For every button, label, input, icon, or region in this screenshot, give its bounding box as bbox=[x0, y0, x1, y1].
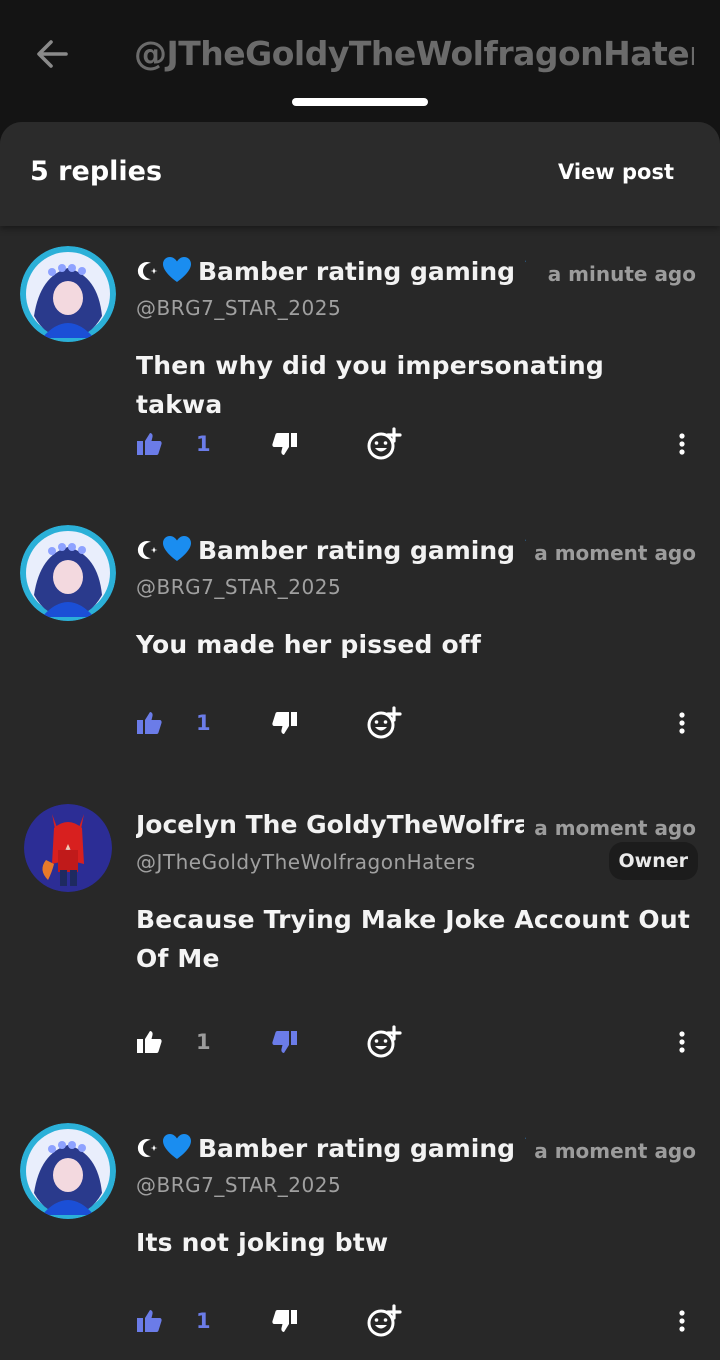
dislike-button[interactable] bbox=[272, 703, 302, 743]
timestamp: a moment ago bbox=[524, 1139, 696, 1163]
like-count: 1 bbox=[196, 1309, 211, 1333]
blue-heart-icon bbox=[162, 535, 192, 563]
thumbs-down-icon bbox=[272, 433, 297, 455]
author-handle[interactable]: @JTheGoldyTheWolfragonHaters bbox=[136, 850, 476, 874]
dislike-button[interactable] bbox=[272, 1301, 302, 1341]
timestamp: a moment ago bbox=[524, 541, 696, 565]
comment-text: Because Trying Make Joke Account Out Of … bbox=[136, 905, 691, 973]
avatar[interactable] bbox=[20, 1123, 116, 1219]
thumbs-up-icon bbox=[137, 1310, 162, 1332]
action-bar: 1 bbox=[0, 1301, 720, 1341]
add-reaction-icon[interactable] bbox=[366, 1022, 402, 1062]
author-name-row[interactable]: Bamber rating gaming bbox=[136, 1133, 526, 1167]
author-name-row[interactable]: Bamber rating gaming bbox=[136, 535, 526, 569]
thumbs-down-icon bbox=[272, 1031, 297, 1053]
drag-handle[interactable] bbox=[292, 98, 428, 106]
blue-heart-half-icon bbox=[523, 258, 526, 284]
crescent-star-icon bbox=[136, 538, 160, 562]
channel-title: @JTheGoldyTheWolfragonHater bbox=[134, 34, 694, 73]
author-handle[interactable]: @BRG7_STAR_2025 bbox=[136, 1173, 341, 1197]
author-name: Bamber rating gaming bbox=[198, 1134, 516, 1163]
author-name-row[interactable]: Bamber rating gaming bbox=[136, 256, 526, 290]
owner-badge: Owner bbox=[608, 842, 698, 880]
crescent-star-icon bbox=[136, 1136, 160, 1160]
add-reaction-icon[interactable] bbox=[366, 424, 402, 464]
more-options-icon[interactable] bbox=[672, 424, 692, 464]
more-options-icon[interactable] bbox=[672, 1301, 692, 1341]
dislike-button[interactable] bbox=[272, 424, 302, 464]
author-name-row[interactable]: Jocelyn The GoldyTheWolfra bbox=[136, 810, 526, 844]
action-bar: 1 bbox=[0, 1022, 720, 1062]
author-name: Bamber rating gaming bbox=[198, 257, 516, 286]
blue-heart-icon bbox=[162, 256, 192, 284]
author-name: Bamber rating gaming bbox=[198, 536, 516, 565]
thumbs-down-icon bbox=[272, 1310, 297, 1332]
blue-heart-icon bbox=[162, 1133, 192, 1161]
thumbs-down-icon bbox=[272, 712, 297, 734]
timestamp: a minute ago bbox=[537, 262, 696, 286]
sheet-header: 5 replies View post bbox=[0, 122, 720, 226]
avatar[interactable] bbox=[20, 525, 116, 621]
author-handle[interactable]: @BRG7_STAR_2025 bbox=[136, 296, 341, 320]
top-app-bar: @JTheGoldyTheWolfragonHater bbox=[0, 0, 720, 130]
avatar[interactable] bbox=[20, 246, 116, 342]
view-post-button[interactable]: View post bbox=[558, 160, 674, 184]
action-bar: 1 bbox=[0, 703, 720, 743]
thumbs-up-icon bbox=[137, 712, 162, 734]
like-button[interactable] bbox=[136, 1301, 166, 1341]
back-arrow-icon[interactable] bbox=[30, 32, 74, 76]
like-button[interactable] bbox=[136, 703, 166, 743]
comment-text: Then why did you impersonating takwa bbox=[136, 351, 604, 419]
timestamp: a moment ago bbox=[524, 816, 696, 840]
dislike-button[interactable] bbox=[272, 1022, 302, 1062]
add-reaction-icon[interactable] bbox=[366, 703, 402, 743]
thumbs-up-icon bbox=[137, 1031, 162, 1053]
author-handle[interactable]: @BRG7_STAR_2025 bbox=[136, 575, 341, 599]
more-options-icon[interactable] bbox=[672, 703, 692, 743]
action-bar: 1 bbox=[0, 424, 720, 464]
author-name: Jocelyn The GoldyTheWolfra bbox=[136, 810, 526, 839]
thumbs-up-icon bbox=[137, 433, 162, 455]
replies-count: 5 replies bbox=[30, 156, 163, 187]
replies-sheet: 5 replies View post Bamber rating gaming… bbox=[0, 122, 720, 1360]
like-count: 1 bbox=[196, 711, 211, 735]
avatar[interactable] bbox=[24, 804, 112, 892]
like-button[interactable] bbox=[136, 424, 166, 464]
like-count: 1 bbox=[196, 432, 211, 456]
like-count: 1 bbox=[196, 1030, 211, 1054]
add-reaction-icon[interactable] bbox=[366, 1301, 402, 1341]
comment-text: Its not joking btw bbox=[136, 1228, 389, 1257]
like-button[interactable] bbox=[136, 1022, 166, 1062]
crescent-star-icon bbox=[136, 259, 160, 283]
comment-text: You made her pissed off bbox=[136, 630, 482, 659]
more-options-icon[interactable] bbox=[672, 1022, 692, 1062]
